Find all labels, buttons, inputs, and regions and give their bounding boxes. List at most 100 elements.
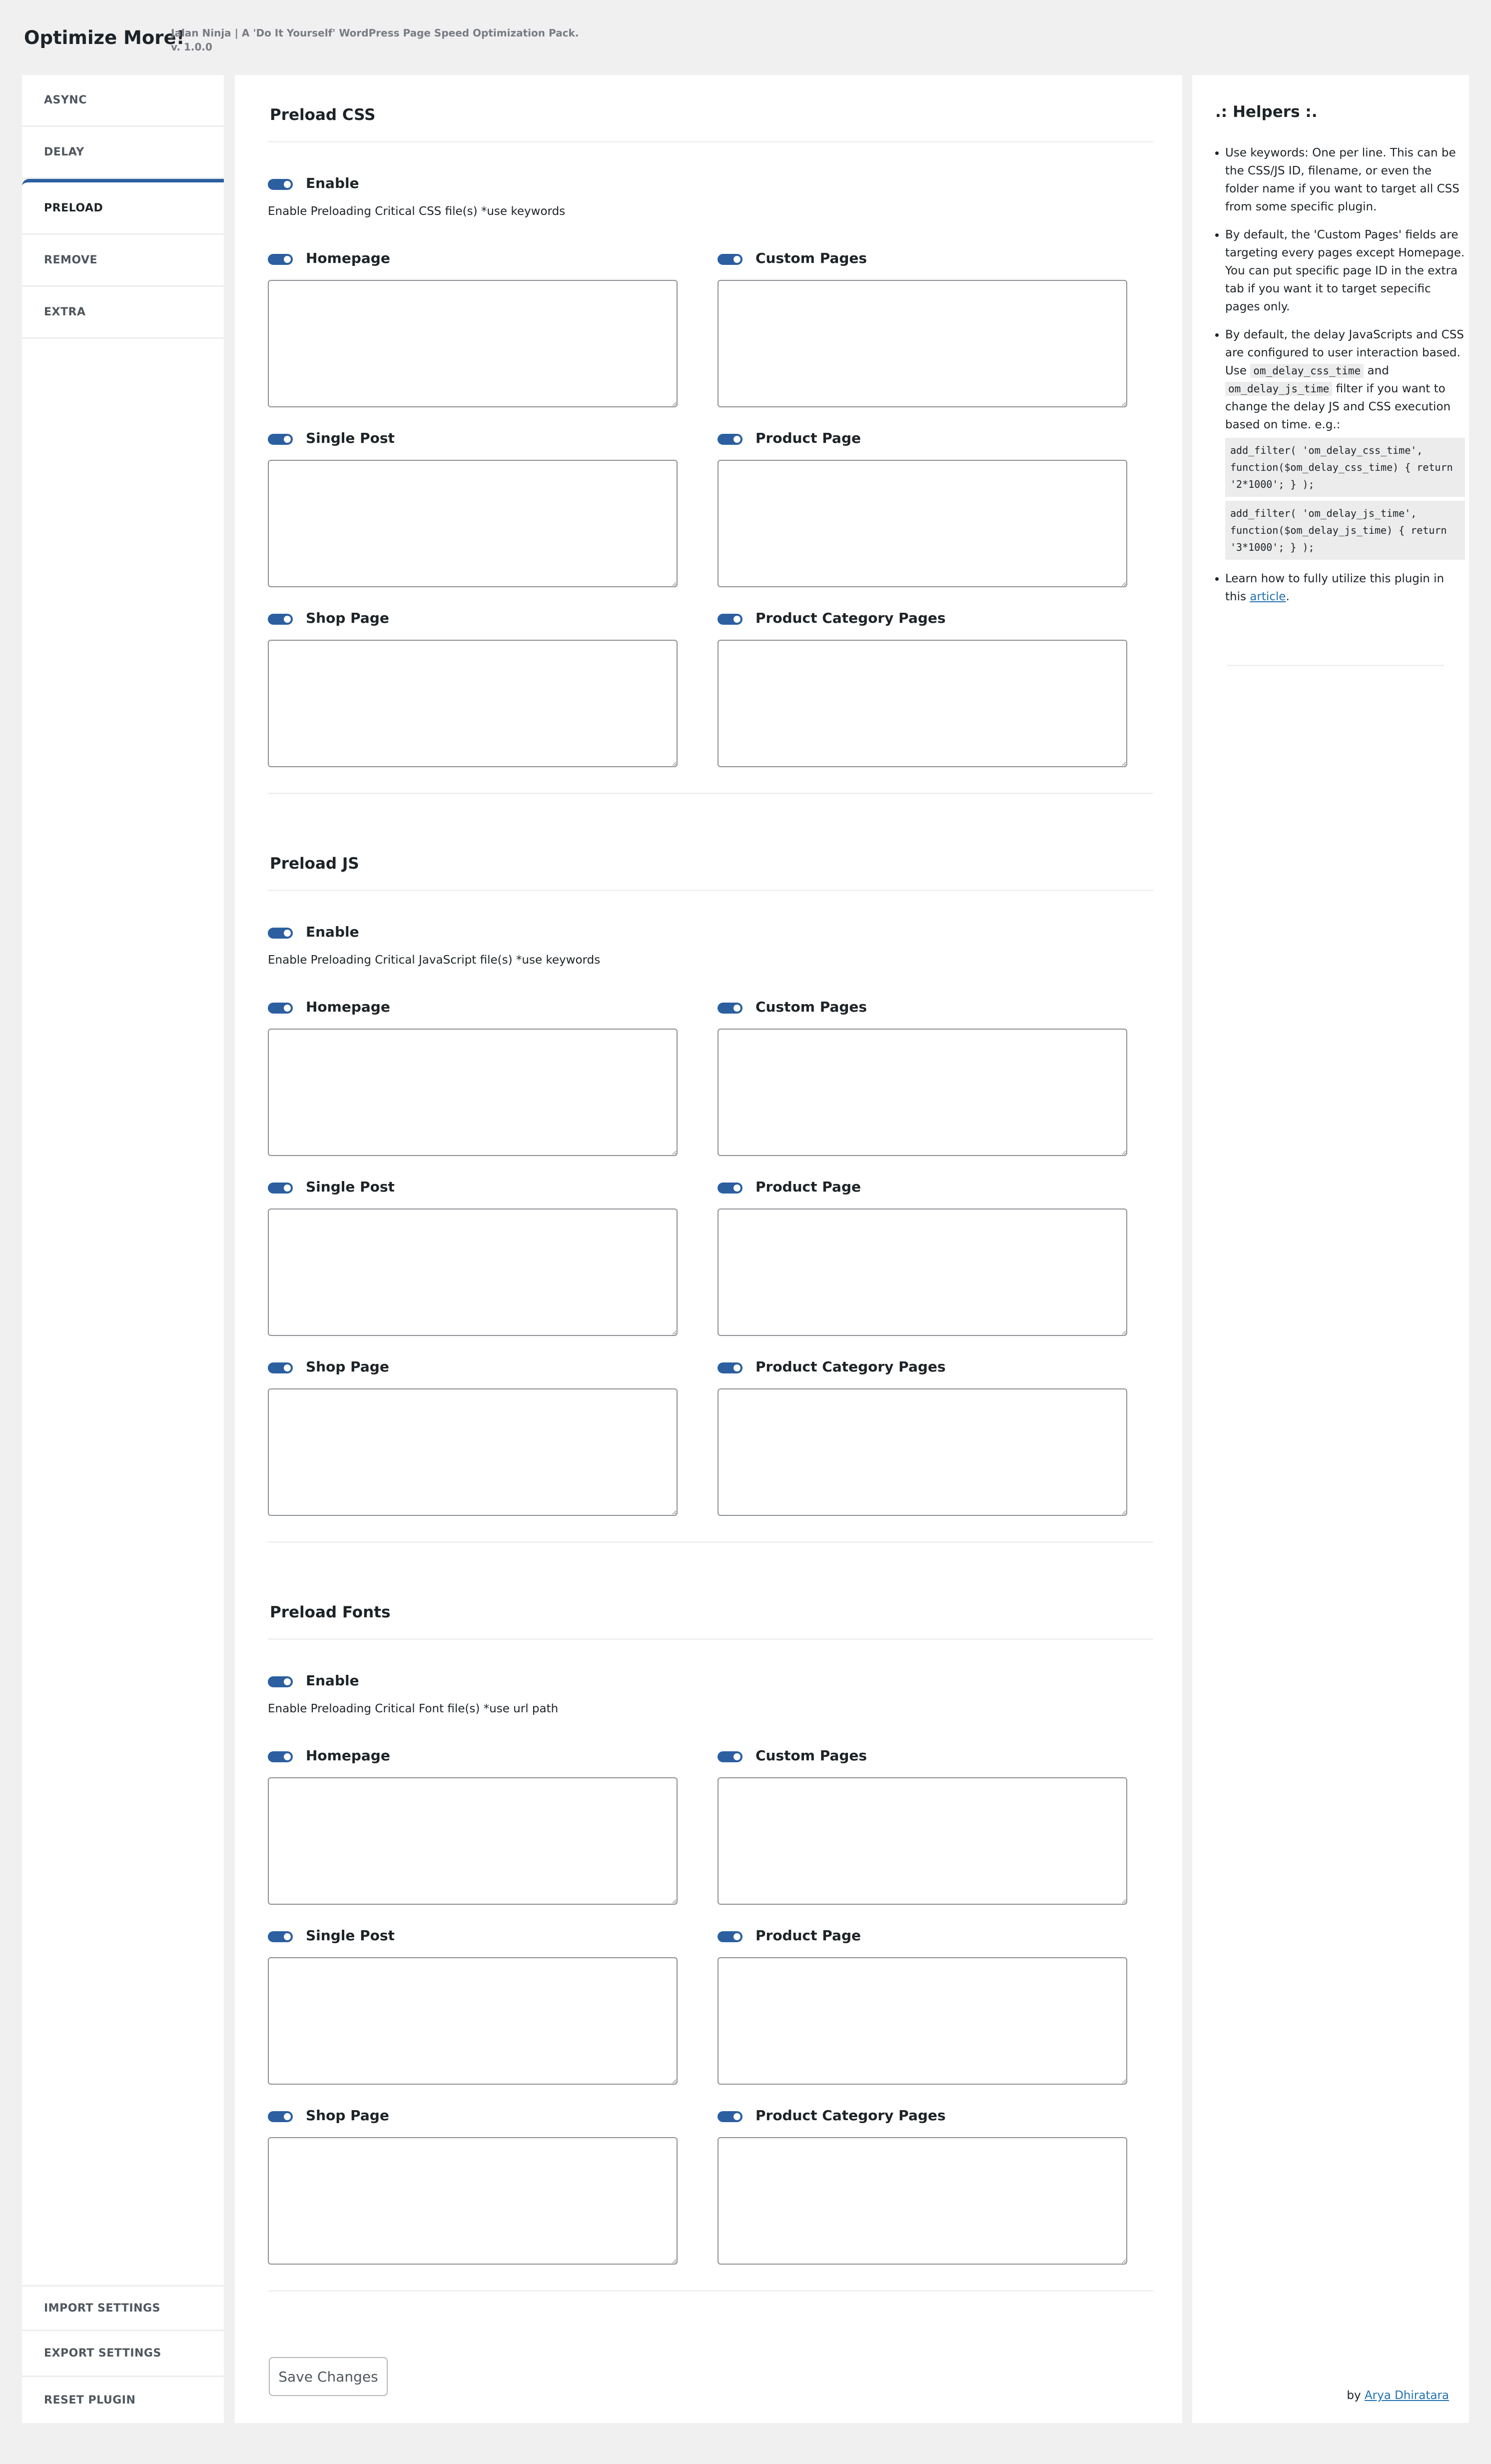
section-title-preload-js: Preload JS	[270, 855, 359, 873]
homepage-label: Homepage	[306, 1747, 390, 1764]
section-divider	[268, 890, 1153, 891]
author-credit: by Arya Dhiratara	[1347, 2389, 1449, 2402]
code-example: add_filter( 'om_delay_css_time', functio…	[1225, 438, 1465, 497]
product-category-pages-textarea[interactable]	[718, 1388, 1127, 1516]
helper-item: By default, the 'Custom Pages' fields ar…	[1225, 226, 1465, 316]
section-divider	[268, 1541, 1153, 1543]
product-category-pages-toggle[interactable]	[718, 2111, 743, 2122]
helper-text: .	[1286, 590, 1290, 603]
enable-preload-css-toggle[interactable]	[268, 179, 293, 190]
helper-text: Use	[1225, 364, 1247, 377]
helper-text: By default, the delay JavaScripts and CS…	[1225, 328, 1464, 359]
save-changes-button[interactable]: Save Changes	[269, 2357, 388, 2396]
sidebar-nav: ASYNC DELAY PRELOAD REMOVE EXTRA IMPORT …	[22, 75, 224, 2423]
shop-page-toggle[interactable]	[268, 1362, 293, 1373]
custom-pages-toggle[interactable]	[718, 254, 743, 265]
credit-prefix: by	[1347, 2389, 1361, 2402]
product-page-toggle[interactable]	[718, 1931, 743, 1942]
product-category-pages-label: Product Category Pages	[755, 1358, 946, 1375]
shop-page-toggle[interactable]	[268, 614, 293, 625]
single-post-textarea[interactable]	[268, 1209, 678, 1336]
enable-preload-js-toggle[interactable]	[268, 928, 293, 939]
article-link[interactable]: article	[1250, 590, 1286, 603]
section-divider	[268, 141, 1153, 142]
enable-label: Enable	[306, 1672, 359, 1689]
product-page-label: Product Page	[755, 1179, 861, 1195]
product-category-pages-textarea[interactable]	[718, 640, 1127, 767]
product-category-pages-label: Product Category Pages	[755, 2107, 946, 2124]
product-page-textarea[interactable]	[718, 1209, 1127, 1336]
helpers-panel: .: Helpers :. Use keywords: One per line…	[1192, 75, 1469, 2423]
shop-page-textarea[interactable]	[268, 2137, 678, 2265]
enable-label: Enable	[306, 924, 359, 940]
sidebar-item-preload[interactable]: PRELOAD	[22, 179, 224, 235]
custom-pages-textarea[interactable]	[718, 1029, 1127, 1156]
shop-page-toggle[interactable]	[268, 2111, 293, 2122]
helper-text: Use keywords: One per line. This can be …	[1225, 146, 1460, 213]
homepage-label: Homepage	[306, 250, 390, 266]
enable-preload-fonts-toggle[interactable]	[268, 1676, 293, 1687]
product-category-pages-toggle[interactable]	[718, 1362, 743, 1373]
sidebar-item-remove[interactable]: REMOVE	[22, 235, 224, 287]
single-post-label: Single Post	[306, 1927, 395, 1944]
homepage-toggle[interactable]	[268, 1751, 293, 1762]
custom-pages-textarea[interactable]	[718, 1777, 1127, 1905]
homepage-textarea[interactable]	[268, 280, 678, 407]
single-post-toggle[interactable]	[268, 434, 293, 445]
homepage-textarea[interactable]	[268, 1029, 678, 1156]
single-post-toggle[interactable]	[268, 1931, 293, 1942]
single-post-label: Single Post	[306, 1179, 395, 1195]
version-text: v. 1.0.0	[171, 41, 212, 53]
product-page-label: Product Page	[755, 430, 861, 446]
filter-name-code: om_delay_css_time	[1250, 364, 1364, 378]
product-category-pages-textarea[interactable]	[718, 2137, 1127, 2265]
product-category-pages-toggle[interactable]	[718, 614, 743, 625]
brand-title: Optimize More!	[24, 27, 185, 48]
code-example: add_filter( 'om_delay_js_time', function…	[1225, 501, 1465, 560]
homepage-toggle[interactable]	[268, 254, 293, 265]
custom-pages-toggle[interactable]	[718, 1751, 743, 1762]
custom-pages-textarea[interactable]	[718, 280, 1127, 407]
homepage-toggle[interactable]	[268, 1003, 293, 1014]
custom-pages-label: Custom Pages	[755, 250, 867, 266]
helper-item: By default, the delay JavaScripts and CS…	[1225, 326, 1465, 560]
single-post-textarea[interactable]	[268, 460, 678, 587]
helper-item: Learn how to fully utilize this plugin i…	[1225, 570, 1465, 606]
custom-pages-label: Custom Pages	[755, 999, 867, 1015]
helper-item: Use keywords: One per line. This can be …	[1225, 144, 1465, 216]
homepage-textarea[interactable]	[268, 1777, 678, 1905]
tagline-text: Jalan Ninja | A 'Do It Yourself' WordPre…	[171, 27, 579, 39]
settings-form: Preload CSS Enable Enable Preloading Cri…	[235, 75, 1182, 2423]
custom-pages-label: Custom Pages	[755, 1747, 867, 1764]
filter-name-code: om_delay_js_time	[1225, 382, 1333, 396]
section-divider	[268, 793, 1153, 794]
section-divider	[268, 2290, 1153, 2292]
product-page-toggle[interactable]	[718, 1183, 743, 1194]
section-title-preload-css: Preload CSS	[270, 106, 376, 124]
author-link[interactable]: Arya Dhiratara	[1365, 2389, 1449, 2402]
product-page-textarea[interactable]	[718, 1957, 1127, 2085]
single-post-label: Single Post	[306, 430, 395, 446]
sidebar-item-async[interactable]: ASYNC	[22, 75, 224, 127]
section-description: Enable Preloading Critical Font file(s) …	[268, 1702, 559, 1715]
shop-page-textarea[interactable]	[268, 1388, 678, 1516]
sidebar-item-import-settings[interactable]: IMPORT SETTINGS	[22, 2285, 224, 2331]
sidebar-item-reset-plugin[interactable]: RESET PLUGIN	[22, 2377, 224, 2423]
enable-label: Enable	[306, 175, 359, 191]
helper-text: By default, the 'Custom Pages' fields ar…	[1225, 228, 1465, 313]
custom-pages-toggle[interactable]	[718, 1003, 743, 1014]
product-page-textarea[interactable]	[718, 460, 1127, 587]
shop-page-label: Shop Page	[306, 2107, 389, 2124]
product-category-pages-label: Product Category Pages	[755, 610, 946, 626]
sidebar-item-delay[interactable]: DELAY	[22, 127, 224, 179]
shop-page-label: Shop Page	[306, 1358, 389, 1375]
product-page-toggle[interactable]	[718, 434, 743, 445]
homepage-label: Homepage	[306, 999, 390, 1015]
single-post-toggle[interactable]	[268, 1183, 293, 1194]
helpers-divider	[1227, 665, 1444, 666]
product-page-label: Product Page	[755, 1927, 861, 1944]
shop-page-textarea[interactable]	[268, 640, 678, 767]
sidebar-item-extra[interactable]: EXTRA	[22, 287, 224, 339]
sidebar-item-export-settings[interactable]: EXPORT SETTINGS	[22, 2331, 224, 2377]
single-post-textarea[interactable]	[268, 1957, 678, 2085]
